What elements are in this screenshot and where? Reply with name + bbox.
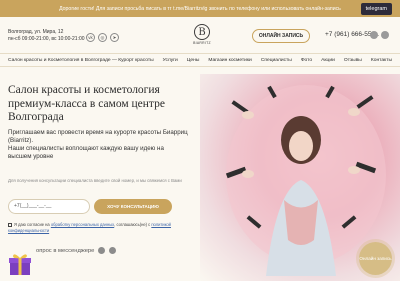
announcement-bar: Дорогие гости! Для записи просьба писать… bbox=[0, 0, 400, 17]
nav-item-services[interactable]: Услуги bbox=[163, 58, 178, 63]
floating-signup-button[interactable]: Онлайн запись bbox=[359, 242, 392, 275]
whatsapp-icon[interactable] bbox=[109, 247, 117, 254]
instagram-icon[interactable]: ◎ bbox=[98, 33, 107, 42]
telegram-icon[interactable] bbox=[381, 31, 389, 39]
nav-item-shop[interactable]: Магазин косметики bbox=[208, 58, 251, 63]
hero-text-line: Наши специалисты воплощают каждую вашу и… bbox=[8, 145, 164, 160]
nav-item-specialists[interactable]: Специалисты bbox=[261, 58, 292, 63]
nav-item-reviews[interactable]: Отзывы bbox=[344, 58, 362, 63]
telegram-icon[interactable] bbox=[98, 247, 106, 254]
consent-mid: , соглашаюсь(не) с bbox=[114, 222, 152, 227]
hero-title: Салон красоты и косметология премиум-кла… bbox=[8, 84, 165, 123]
messenger-survey[interactable]: опрос в мессенджере bbox=[8, 247, 117, 254]
telegram-button[interactable]: telegram bbox=[360, 3, 392, 15]
nav-item-contacts[interactable]: Контакты bbox=[371, 58, 392, 63]
logo-mark: B bbox=[194, 24, 210, 40]
announcement-text: Дорогие гости! Для записи просьба писать… bbox=[59, 5, 341, 12]
header-messenger-icons bbox=[370, 31, 389, 39]
consultation-button[interactable]: ХОЧУ КОНСУЛЬТАЦИЮ bbox=[94, 199, 172, 214]
whatsapp-icon[interactable] bbox=[370, 31, 378, 39]
address-block: Волгоград, ул. Мира, 12 пн-сб 09:00-21:0… bbox=[8, 29, 85, 43]
nav-item-prices[interactable]: Цены bbox=[187, 58, 200, 63]
hero-text-line: Приглашаем вас провести время на курорте… bbox=[8, 129, 188, 144]
nav-item-photo[interactable]: Фото bbox=[301, 58, 312, 63]
messenger-label: опрос в мессенджере bbox=[36, 247, 95, 254]
hero-description: Приглашаем вас провести время на курорте… bbox=[8, 129, 188, 161]
telegram-icon[interactable]: ➤ bbox=[110, 33, 119, 42]
hero-note: Для получения консультации специалиста в… bbox=[8, 178, 182, 183]
personal-data-link[interactable]: обработку персональных данных bbox=[51, 222, 114, 227]
consent-text: Я даю согласие на обработку персональных… bbox=[8, 222, 208, 234]
online-signup-button[interactable]: ОНЛАЙН ЗАПИСЬ bbox=[252, 29, 310, 43]
logo-wordmark: BIARRITZ bbox=[193, 41, 211, 45]
phone-input[interactable]: +7(__)___-__-__ bbox=[8, 199, 90, 214]
logo[interactable]: B BIARRITZ bbox=[190, 24, 214, 50]
social-links: vk ◎ ➤ bbox=[86, 33, 119, 42]
gift-icon[interactable] bbox=[8, 252, 32, 276]
vk-icon[interactable]: vk bbox=[86, 33, 95, 42]
consent-checkbox[interactable] bbox=[8, 222, 12, 227]
address-line: Волгоград, ул. Мира, 12 bbox=[8, 29, 64, 35]
hours-line: пн-сб 09:00-21:00, вс 10:00-21:00 bbox=[8, 36, 85, 42]
nav-item-promotions[interactable]: Акции bbox=[321, 58, 335, 63]
nav-item-home[interactable]: Салон красоты и Косметология в Волгоград… bbox=[8, 58, 154, 63]
consent-prefix: Я даю согласие на bbox=[14, 222, 51, 227]
main-navigation: Салон красоты и Косметология в Волгоград… bbox=[0, 53, 400, 67]
